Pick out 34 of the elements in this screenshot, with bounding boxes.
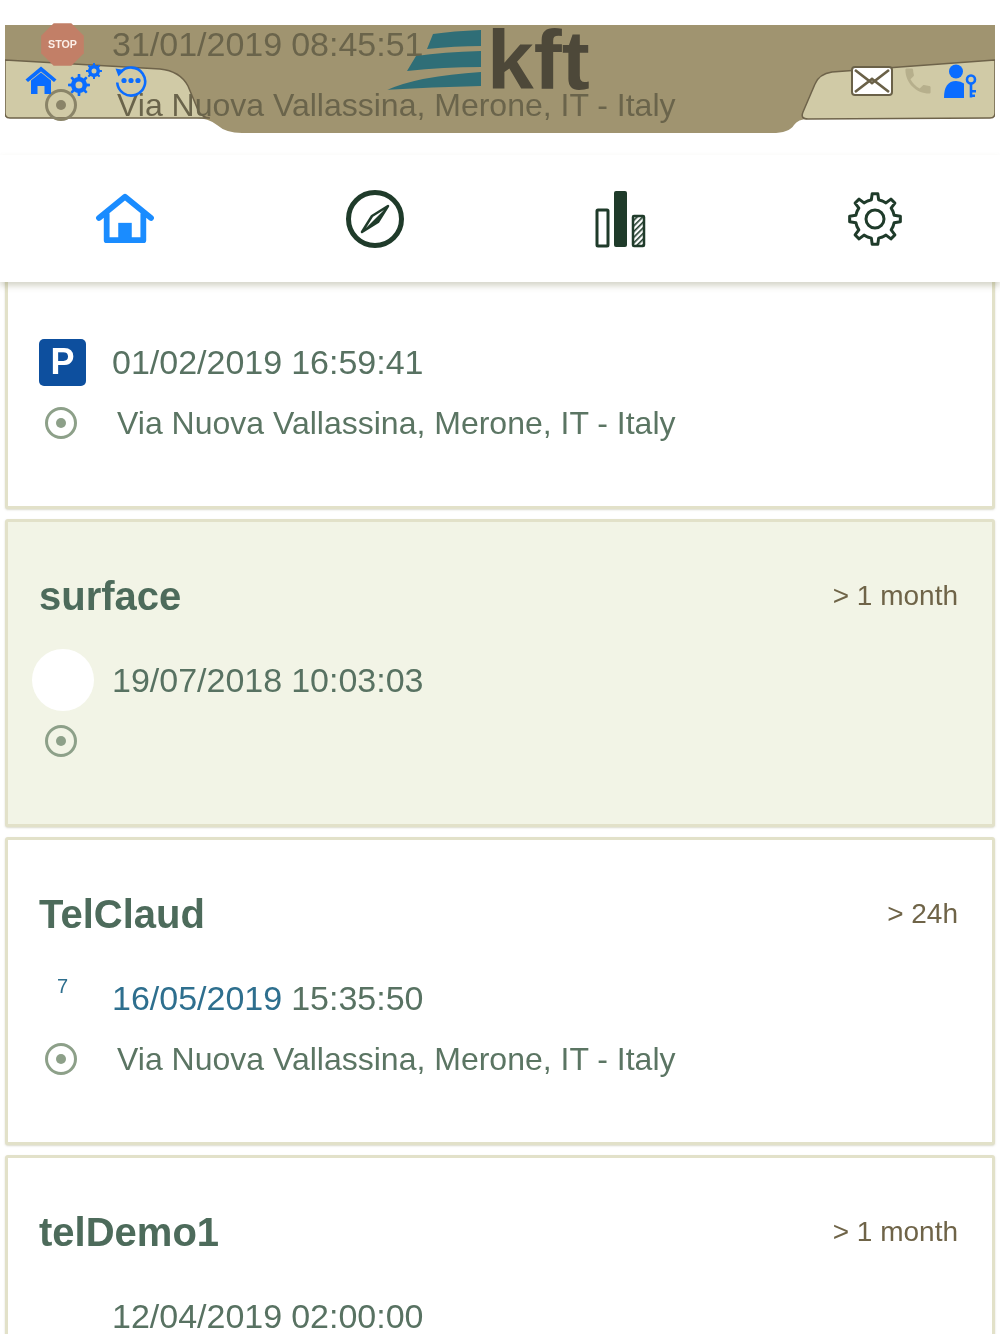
device-card[interactable]: TelClaud > 24h 7 16/05/2019 15:35:50 Via Nuova Vallassina, Merone, IT - Italy: [5, 837, 995, 1145]
device-card[interactable]: surface > 1 month 19/07/2018 10:03:03: [5, 519, 995, 827]
date-text: 16/05/2019: [112, 981, 283, 1015]
time-text: 15:35:50: [291, 981, 424, 1015]
settings-button[interactable]: [68, 63, 102, 97]
gears-icon: [68, 63, 102, 97]
date-text: 01/02/2019: [112, 345, 283, 379]
age-label: > 1 month: [832, 582, 958, 610]
mail-button[interactable]: [851, 66, 893, 96]
phone-icon: [904, 67, 932, 95]
compass-icon: [345, 188, 405, 249]
date-text: 19/07/2018: [112, 663, 283, 697]
mail-icon: [851, 66, 893, 96]
user-with-key-icon: [943, 64, 977, 98]
user-button[interactable]: [943, 64, 977, 98]
date-text: 12/04/2019: [112, 1299, 283, 1333]
logo-text: kft: [487, 29, 590, 92]
home-button[interactable]: [25, 65, 57, 95]
time-text: 10:03:03: [291, 663, 424, 697]
count-label: 7: [56, 976, 69, 996]
time-text: 16:59:41: [291, 345, 424, 379]
age-label: > 24h: [887, 900, 958, 928]
home-icon: [94, 191, 156, 246]
time-text: 02:00:00: [291, 1299, 424, 1333]
settings-icon: [847, 190, 903, 247]
home-icon: [25, 65, 57, 95]
address-text: Via Nuova Vallassina, Merone, IT - Italy: [117, 407, 676, 439]
device-name: surface: [39, 576, 182, 616]
device-name: telDemo1: [39, 1212, 220, 1252]
parking-sign: P: [39, 338, 86, 386]
device-name: TelClaud: [39, 894, 205, 934]
device-card[interactable]: telDemo1 > 1 month 12/04/2019 02:00:00: [5, 1155, 995, 1334]
age-label: > 1 month: [832, 1218, 958, 1246]
address-text: Via Nuova Vallassina, Merone, IT - Italy: [117, 1043, 676, 1075]
